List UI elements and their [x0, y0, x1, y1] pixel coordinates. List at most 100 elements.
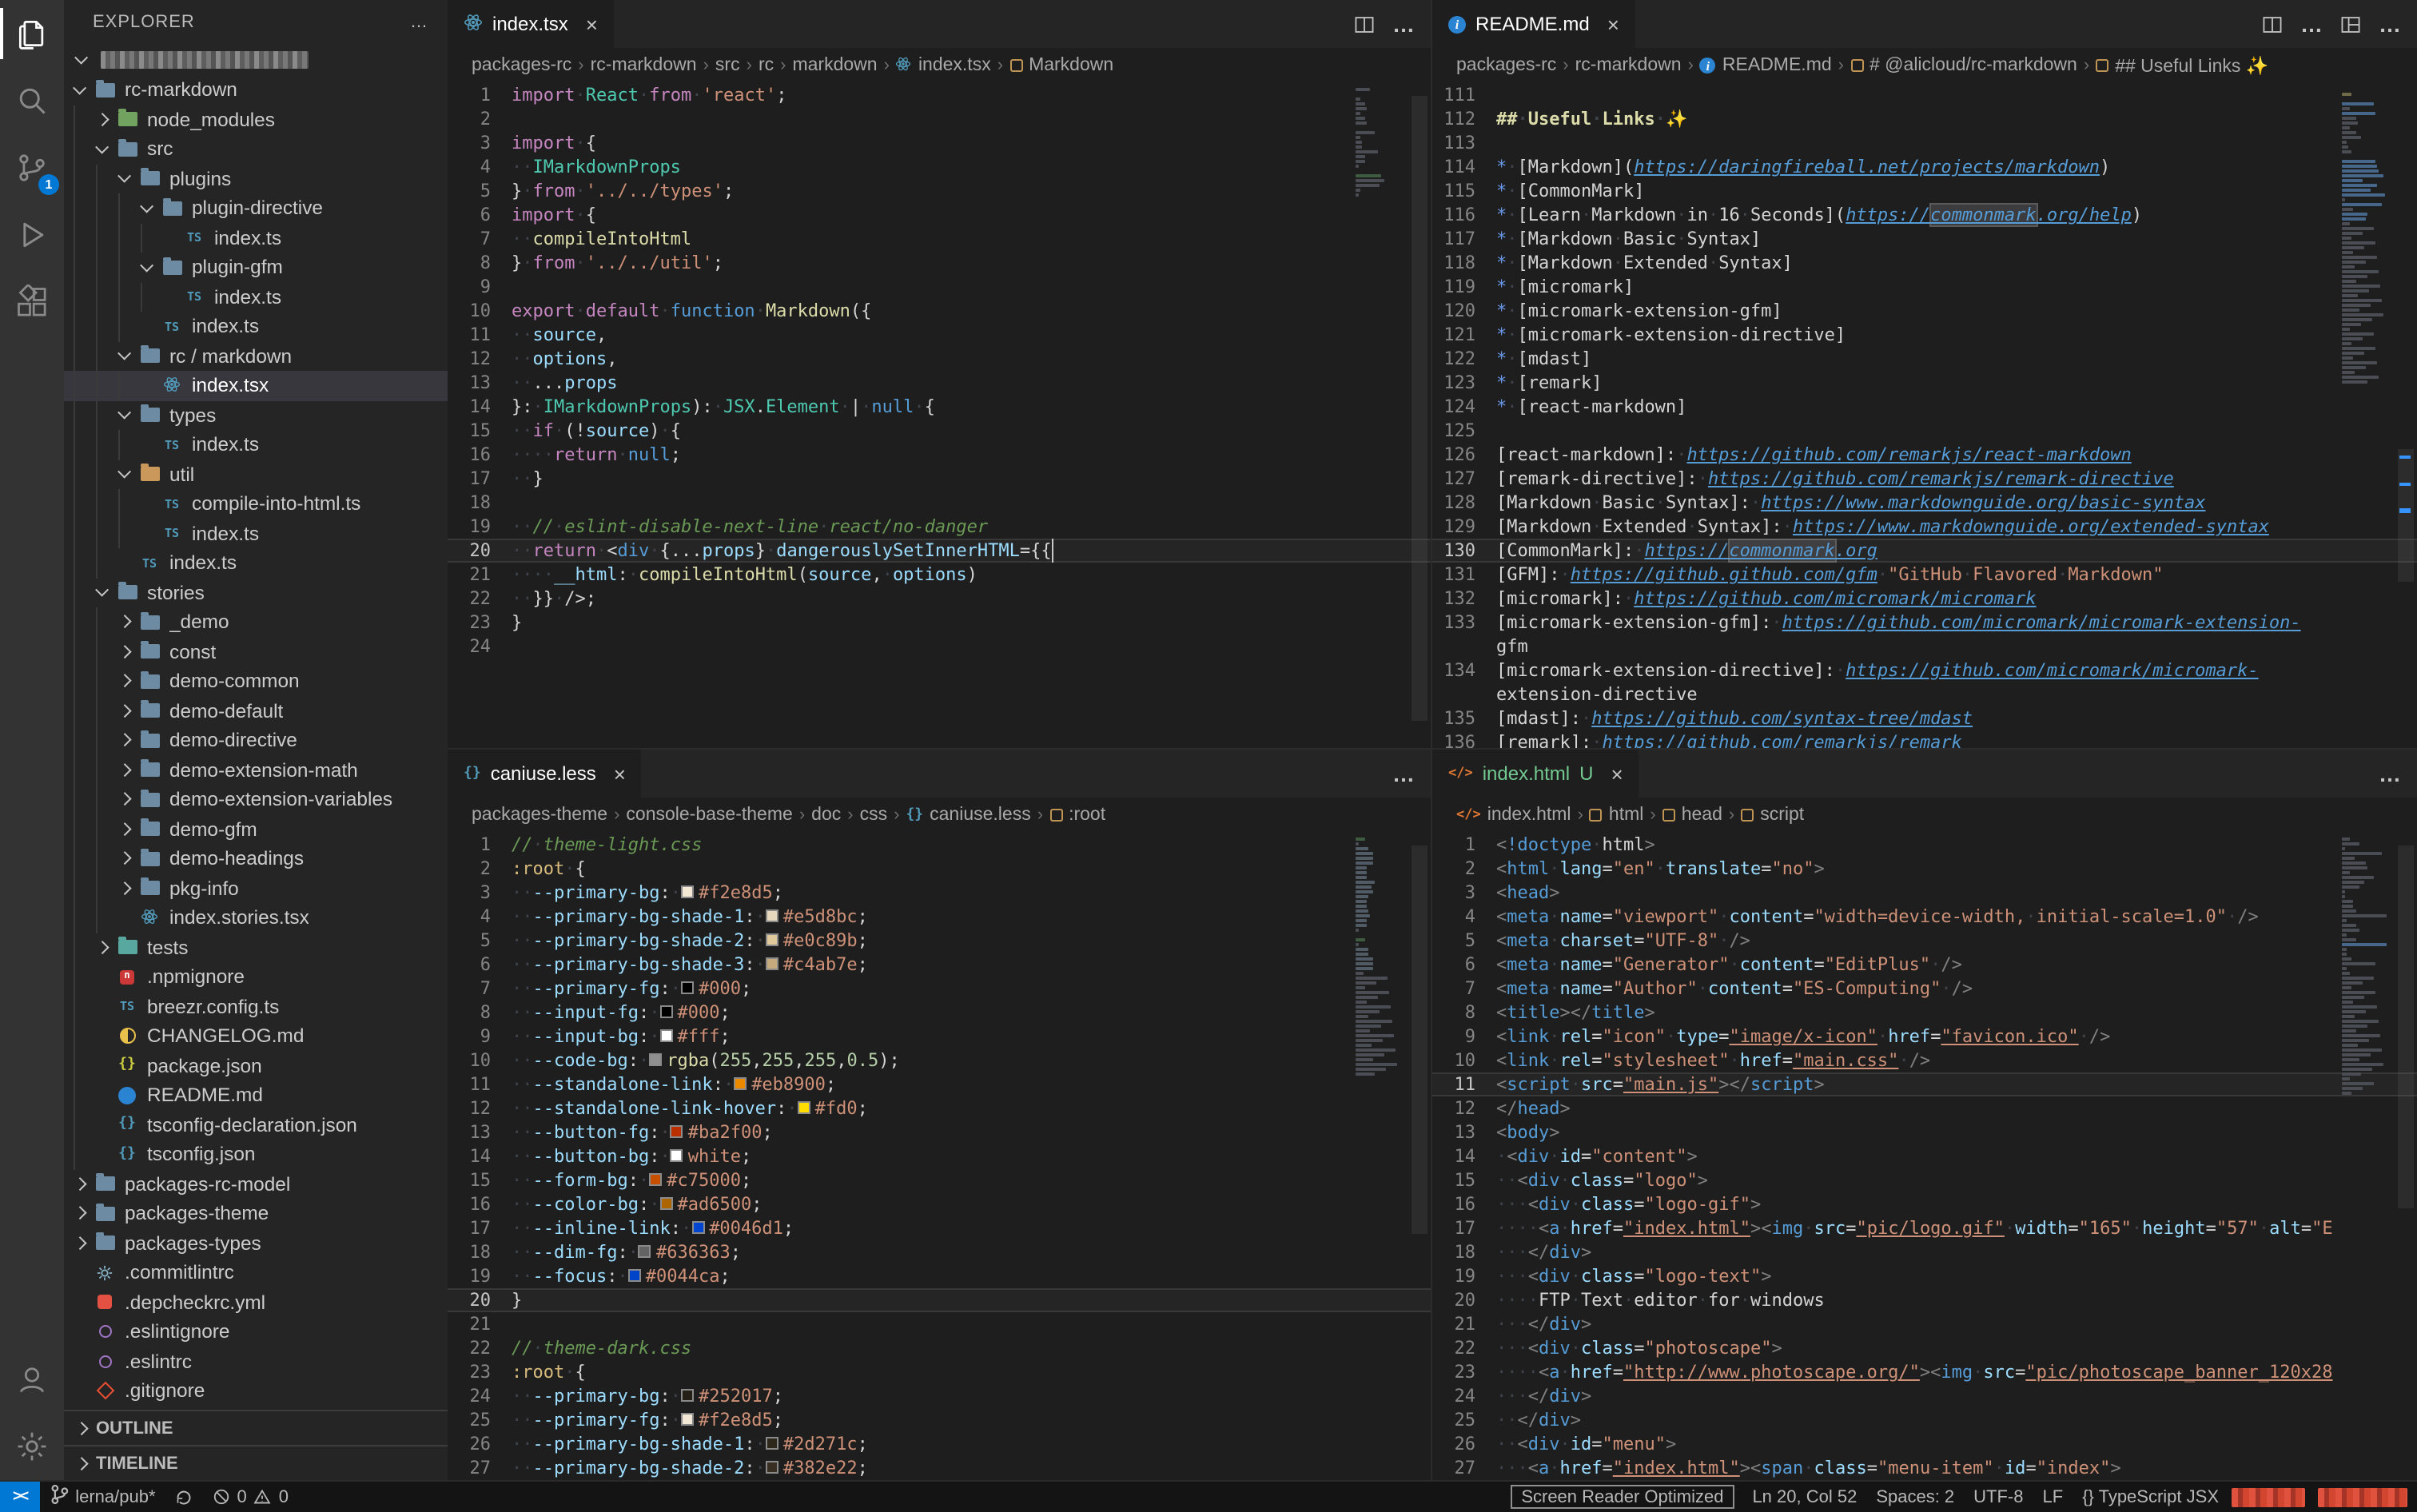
activity-run-and-debug[interactable]	[0, 201, 64, 269]
code-line[interactable]: 24 ···</div>	[1432, 1384, 2417, 1408]
code-line[interactable]: 19 ··--focus:· #0044ca;	[448, 1264, 1431, 1288]
code-editor[interactable]: 1 <!doctype·html> 2 <html·lang="en"·transla…	[1432, 833, 2417, 1480]
tree-item-plugin-gfm[interactable]: plugin-gfm	[64, 253, 448, 282]
sync-item[interactable]	[165, 1482, 204, 1512]
tree-item-.eslintignore[interactable]: .eslintignore	[64, 1317, 448, 1347]
code-line[interactable]: 10 ··--code-bg:· rgba(255,255,255,0.5);	[448, 1048, 1431, 1072]
tree-item-CHANGELOG.md[interactable]: CHANGELOG.md	[64, 1021, 448, 1051]
code-line[interactable]: 113	[1432, 131, 2417, 155]
tree-item-packages-theme[interactable]: packages-theme	[64, 1199, 448, 1228]
tree-item-const[interactable]: const	[64, 637, 448, 666]
tree-item-stories[interactable]: stories	[64, 578, 448, 607]
tree-item-index.ts[interactable]: TS index.ts	[64, 548, 448, 578]
code-line[interactable]: 20 ··return·<div·{...props}·dangerouslySe…	[448, 539, 1431, 563]
code-line[interactable]: 125	[1432, 419, 2417, 443]
more-icon[interactable]: …	[2300, 11, 2323, 37]
activity-accounts[interactable]	[0, 1346, 64, 1413]
code-line[interactable]: extension-directive	[1432, 682, 2417, 706]
split-editor-icon[interactable]	[1354, 14, 1375, 34]
code-line[interactable]: 130 [CommonMark]:·https://commonmark.org	[1432, 539, 2417, 563]
breadcrumb-item[interactable]: packages-rc	[1456, 56, 1556, 75]
code-line[interactable]: 8 <title></title>	[1432, 1001, 2417, 1025]
code-line[interactable]: 27 ···<a·href="index.html"><span·class="m…	[1432, 1456, 2417, 1480]
code-line[interactable]: 4 <meta·name="viewport"·content="width=de…	[1432, 905, 2417, 929]
breadcrumb-item[interactable]: </> index.html	[1456, 806, 1571, 825]
tree-item-util[interactable]: util	[64, 460, 448, 489]
code-line[interactable]: 135 [mdast]:·https://github.com/syntax-tr…	[1432, 706, 2417, 730]
code-line[interactable]: 133 [micromark-extension-gfm]:·https://gi…	[1432, 611, 2417, 635]
code-line[interactable]: 3 <head>	[1432, 881, 2417, 905]
sidebar-more-icon[interactable]: …	[410, 13, 428, 32]
code-line[interactable]: 14}:·IMarkdownProps):·JSX.Element·|·null…	[448, 395, 1431, 419]
breadcrumb-item[interactable]: packages-rc	[472, 56, 571, 75]
tree-item-.eslintrc[interactable]: .eslintrc	[64, 1347, 448, 1376]
code-line[interactable]: 26 ··--primary-bg-shade-1:· #2d271c;	[448, 1432, 1431, 1456]
code-line[interactable]: 5 <meta·charset="UTF-8"·/>	[1432, 929, 2417, 953]
activity-extensions[interactable]	[0, 269, 64, 336]
remote-indicator[interactable]: ><	[0, 1482, 41, 1512]
code-line[interactable]: 132 [micromark]:·https://github.com/micro…	[1432, 587, 2417, 611]
code-line[interactable]: 3 import·{	[448, 131, 1431, 155]
tree-item-demo-gfm[interactable]: demo-gfm	[64, 814, 448, 844]
code-line[interactable]: 25 ··</div>	[1432, 1408, 2417, 1432]
code-line[interactable]: 6 <meta·name="Generator"·content="EditPlu…	[1432, 953, 2417, 977]
tree-item-demo-extension-math[interactable]: demo-extension-math	[64, 755, 448, 785]
code-line[interactable]: 128 [Markdown·Basic·Syntax]:·https://www.…	[1432, 491, 2417, 515]
tree-item-_demo[interactable]: _demo	[64, 607, 448, 637]
tree-item-plugin-directive[interactable]: plugin-directive	[64, 193, 448, 223]
code-line[interactable]: 136 [remark]:·https://github.com/remarkjs…	[1432, 730, 2417, 748]
code-line[interactable]: 27 ··--primary-bg-shade-2:· #382e22;	[448, 1456, 1431, 1480]
code-line[interactable]: 15 ··if·(!source)·{	[448, 419, 1431, 443]
more-icon[interactable]: …	[2379, 11, 2401, 37]
activity-explorer[interactable]	[0, 0, 64, 67]
code-line[interactable]: 1//·theme-light.css	[448, 833, 1431, 857]
git-branch-item[interactable]: lerna/pub*	[40, 1482, 165, 1512]
code-line[interactable]: 119 *·[micromark]	[1432, 275, 2417, 299]
code-line[interactable]: 127 [remark-directive]:·https://github.co…	[1432, 467, 2417, 491]
tree-item-compile-into-html.ts[interactable]: TS compile-into-html.ts	[64, 489, 448, 519]
code-line[interactable]: 8 ··--input-fg:· #000;	[448, 1001, 1431, 1025]
code-line[interactable]: 11 ··source,	[448, 323, 1431, 347]
breadcrumb-item[interactable]: src	[715, 56, 740, 75]
more-icon[interactable]: …	[1392, 11, 1415, 37]
code-line[interactable]: 124 *·[react-markdown]	[1432, 395, 2417, 419]
code-line[interactable]: 13 ··--button-fg:· #ba2f00;	[448, 1120, 1431, 1144]
code-line[interactable]: 121 *·[micromark-extension-directive]	[1432, 323, 2417, 347]
code-line[interactable]: 129 [Markdown·Extended·Syntax]:·https://w…	[1432, 515, 2417, 539]
close-icon[interactable]: ×	[586, 12, 598, 36]
split-editor-icon[interactable]	[2262, 14, 2283, 34]
breadcrumb-item[interactable]: rc-markdown	[591, 56, 697, 75]
close-icon[interactable]: ×	[1607, 12, 1619, 36]
code-line[interactable]: 21 ···</div>	[1432, 1312, 2417, 1336]
code-line[interactable]: 16 ····return·null;	[448, 443, 1431, 467]
code-line[interactable]: 1 import·React·from·'react';	[448, 83, 1431, 107]
code-line[interactable]: 123 *·[remark]	[1432, 371, 2417, 395]
code-line[interactable]: 12 ··options,	[448, 347, 1431, 371]
code-line[interactable]: 122 *·[mdast]	[1432, 347, 2417, 371]
code-line[interactable]: 120 *·[micromark-extension-gfm]	[1432, 299, 2417, 323]
code-line[interactable]: 21	[448, 1312, 1431, 1336]
editor-tab-index.html[interactable]: </> index.html U ×	[1432, 750, 1641, 798]
breadcrumb-item[interactable]: index.tsx	[896, 55, 991, 76]
tree-item-index.ts[interactable]: TS index.ts	[64, 282, 448, 312]
code-editor[interactable]: 111 112 ##·Useful·Links·✨ 113 114 *·[Markdown…	[1432, 83, 2417, 748]
tree-item-index.ts[interactable]: TS index.ts	[64, 223, 448, 253]
code-line[interactable]: 22//·theme-dark.css	[448, 1336, 1431, 1360]
breadcrumb-item[interactable]: markdown	[792, 56, 877, 75]
breadcrumb-item[interactable]: script	[1741, 806, 1804, 825]
code-line[interactable]: 114 *·[Markdown](https://daringfireball.n…	[1432, 155, 2417, 179]
code-line[interactable]: 126 [react-markdown]:·https://github.com/…	[1432, 443, 2417, 467]
code-line[interactable]: 21 ····__html:·compileIntoHtml(source,·op…	[448, 563, 1431, 587]
code-line[interactable]: 13 <body>	[1432, 1120, 2417, 1144]
code-line[interactable]: 14 ··--button-bg:· white;	[448, 1144, 1431, 1168]
code-line[interactable]: 23 ····<a·href="http://www.photoscape.org…	[1432, 1360, 2417, 1384]
code-line[interactable]: 24	[448, 635, 1431, 659]
scrollbar[interactable]	[1408, 83, 1431, 748]
editor-tab-index.tsx[interactable]: index.tsx ×	[448, 0, 615, 48]
tree-item-rc-markdown[interactable]: rc-markdown	[64, 75, 448, 105]
code-line[interactable]: 13 ··...props	[448, 371, 1431, 395]
problems-item[interactable]: 0 0	[204, 1482, 299, 1512]
breadcrumb-item[interactable]: rc-markdown	[1575, 56, 1682, 75]
breadcrumb-item[interactable]: html	[1589, 806, 1643, 825]
tree-item-breezr.config.ts[interactable]: TS breezr.config.ts	[64, 992, 448, 1021]
